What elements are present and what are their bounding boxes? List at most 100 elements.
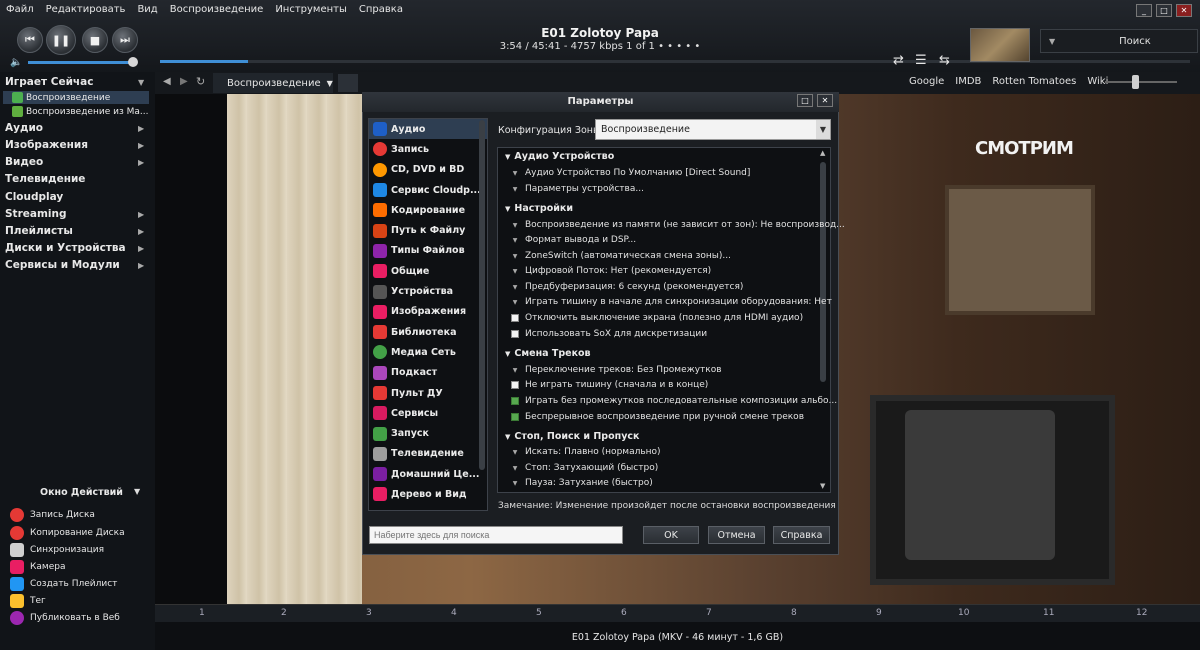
setting-row[interactable]: ▼ Стоп: Затухающий (быстро) [510,463,659,473]
category-file-types[interactable]: Типы Файлов [369,241,487,261]
sidebar-item-services[interactable]: Сервисы и Модули [5,259,120,271]
chevron-right-icon[interactable]: ▶ [138,124,144,133]
chapter-4[interactable]: 4 [451,608,457,618]
checkbox[interactable] [511,330,519,338]
sidebar-item-streaming[interactable]: Streaming [5,208,67,220]
zoom-slider-knob[interactable] [1132,75,1139,89]
category-audio[interactable]: Аудио [369,119,487,140]
sidebar-item-now-playing[interactable]: Играет Сейчас [5,76,93,88]
zoom-slider[interactable] [1105,81,1177,83]
sidebar-item-audio[interactable]: Аудио [5,122,43,134]
checkbox[interactable] [511,314,519,322]
chapter-5[interactable]: 5 [536,608,542,618]
close-button[interactable]: ✕ [817,94,833,107]
stop-button[interactable]: ■ [82,27,108,53]
shuffle-icon[interactable]: ⇄ [893,53,904,68]
volume-knob[interactable] [128,57,138,67]
chapter-2[interactable]: 2 [281,608,287,618]
setting-row[interactable]: ▼ ZoneSwitch (автоматическая смена зоны).… [510,251,731,261]
chapter-12[interactable]: 12 [1136,608,1147,618]
scroll-up-icon[interactable]: ▲ [820,149,825,157]
sidebar-item-tv[interactable]: Телевидение [5,173,85,185]
menu-file[interactable]: Файл [0,0,40,20]
chevron-down-icon[interactable]: ▼ [816,120,830,139]
category-file-path[interactable]: Путь к Файлу [369,220,487,240]
chapter-7[interactable]: 7 [706,608,712,618]
category-general[interactable]: Общие [369,261,487,281]
previous-button[interactable]: ⏮ [17,27,43,53]
setting-row[interactable]: ▼ Играть тишину в начале для синхронизаци… [510,297,832,307]
chevron-right-icon[interactable]: ▶ [138,227,144,236]
search-input[interactable]: ▼ Поиск [1040,29,1198,53]
sidebar-item-playback-from-memory[interactable]: Воспроизведение из Ма... [12,106,148,117]
setting-row[interactable]: ▼ Воспроизведение из памяти (не зависит о… [510,220,845,230]
speaker-icon[interactable]: 🔈 [10,57,22,68]
repeat-icon[interactable]: ☰ [915,53,927,68]
setting-row[interactable]: ▼ Предбуферизация: 6 секунд (рекомендуетс… [510,282,744,292]
setting-row[interactable]: Не играть тишину (сначала и в конце) [510,380,708,390]
category-home-theater[interactable]: Домашний Це... [369,464,487,484]
forward-icon[interactable]: ▶ [180,76,188,87]
setting-row[interactable]: ▼ Формат вывода и DSP... [510,235,636,245]
setting-row[interactable]: Беспрерывное воспроизведение при ручной … [510,412,804,422]
sidebar-item-images[interactable]: Изображения [5,139,88,151]
chevron-right-icon[interactable]: ▶ [138,244,144,253]
action-publish-web[interactable]: Публиковать в Веб [10,611,120,625]
setting-row[interactable]: ▼ Пауза: Затухание (быстро) [510,478,653,488]
link-imdb[interactable]: IMDB [955,76,981,87]
chapter-8[interactable]: 8 [791,608,797,618]
maximize-button[interactable]: □ [797,94,813,107]
category-devices[interactable]: Устройства [369,281,487,301]
menu-playback[interactable]: Воспроизведение [164,0,270,20]
chevron-down-icon[interactable]: ▼ [134,487,140,496]
seek-bar[interactable] [160,60,1190,63]
settings-scrollbar[interactable] [820,162,826,382]
category-remote[interactable]: Пульт ДУ [369,383,487,403]
setting-row[interactable]: ▼ Цифровой Поток: Нет (рекомендуется) [510,266,711,276]
setting-row[interactable]: ▼ Параметры устройства... [510,184,644,194]
category-media-network[interactable]: Медиа Сеть [369,342,487,362]
new-tab-button[interactable] [338,74,358,92]
view-tab-playback[interactable]: Воспроизведение ▼ [213,73,333,93]
menu-edit[interactable]: Редактировать [40,0,132,20]
setting-row[interactable]: Играть без промежутков последовательные … [510,396,837,406]
group-stop-seek-skip[interactable]: ▼ Стоп, Поиск и Пропуск [505,431,639,442]
options-search-input[interactable] [369,526,623,544]
chapter-10[interactable]: 10 [958,608,969,618]
action-rip-disc[interactable]: Копирование Диска [10,526,125,540]
group-audio-device[interactable]: ▼ Аудио Устройство [505,151,614,162]
category-tree-view[interactable]: Дерево и Вид [369,484,487,504]
minimize-button[interactable]: _ [1136,4,1152,17]
back-icon[interactable]: ◀ [163,76,171,87]
chevron-down-icon[interactable]: ▼ [138,78,144,87]
setting-row[interactable]: Отключить выключение экрана (полезно для… [510,313,803,323]
checkbox-checked[interactable] [511,413,519,421]
checkbox[interactable] [511,381,519,389]
category-tv[interactable]: Телевидение [369,444,487,464]
help-button[interactable]: Справка [773,526,830,544]
action-tag[interactable]: Тег [10,594,46,608]
setting-row[interactable]: ▼ Искать: Плавно (нормально) [510,447,661,457]
album-thumbnail[interactable] [970,28,1030,62]
category-services[interactable]: Сервисы [369,403,487,423]
setting-row[interactable]: ▼ Переключение треков: Без Промежутков [510,365,722,375]
chevron-down-icon[interactable]: ▼ [1049,37,1055,46]
category-startup[interactable]: Запуск [369,423,487,443]
chapter-11[interactable]: 11 [1043,608,1054,618]
category-encoding[interactable]: Кодирование [369,200,487,220]
volume-slider[interactable] [28,61,134,64]
scroll-down-icon[interactable]: ▼ [820,482,825,490]
chevron-right-icon[interactable]: ▶ [138,261,144,270]
actions-title[interactable]: Окно Действий [40,487,123,498]
chapter-6[interactable]: 6 [621,608,627,618]
category-cd-dvd-bd[interactable]: CD, DVD и BD [369,160,487,180]
sidebar-item-drives[interactable]: Диски и Устройства [5,242,126,254]
ok-button[interactable]: OK [643,526,699,544]
category-images[interactable]: Изображения [369,302,487,322]
action-camera[interactable]: Камера [10,560,65,574]
chapter-9[interactable]: 9 [876,608,882,618]
group-settings[interactable]: ▼ Настройки [505,203,573,214]
group-track-change[interactable]: ▼ Смена Треков [505,348,591,359]
sidebar-item-video[interactable]: Видео [5,156,43,168]
next-button[interactable]: ⏭ [112,27,138,53]
